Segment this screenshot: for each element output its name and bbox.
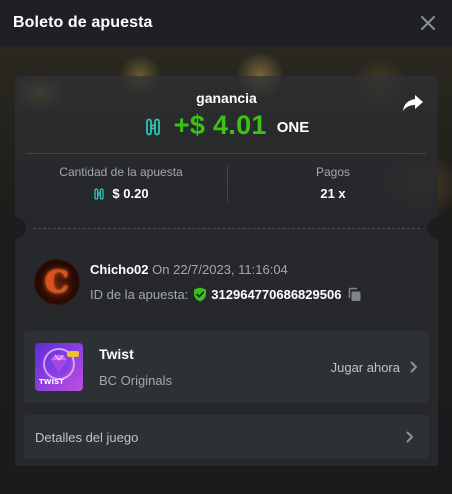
play-now-button[interactable]: Jugar ahora [331, 331, 429, 403]
game-thumb-label: TWIST [39, 378, 64, 386]
harmony-one-coin-icon [145, 118, 160, 135]
game-details-row[interactable]: Detalles del juego [24, 415, 429, 459]
game-card[interactable]: TWIST Twist BC Originals Jugar ahora [24, 331, 429, 403]
play-now-label: Jugar ahora [330, 359, 400, 375]
bet-amount-value: $ 0.20 [112, 186, 149, 201]
avatar[interactable]: C [35, 260, 79, 304]
copy-icon[interactable] [347, 287, 362, 302]
payout-multiplier-label: Pagos [315, 165, 351, 179]
bet-id-line: ID de la apuesta: 312964770686829506 [90, 287, 362, 302]
bet-id-label: ID de la apuesta: [90, 287, 189, 302]
game-details-label: Detalles del juego [35, 429, 139, 445]
modal-title: Boleto de apuesta [13, 14, 153, 31]
game-name: Twist [99, 346, 134, 362]
bettor-info: C Chicho02 On 22/7/2023, 11:16:04 ID de … [35, 259, 420, 313]
verified-shield-icon [194, 287, 207, 302]
ticket-tear-line [33, 228, 420, 229]
bet-id-value: 312964770686829506 [211, 287, 342, 302]
chevron-right-icon [410, 361, 417, 373]
game-provider: BC Originals [99, 373, 172, 388]
modal-header: Boleto de apuesta [0, 0, 452, 46]
ticket-notch [427, 217, 449, 239]
bet-ticket: ganancia +$ 4.01 ONE Cantidad de la apue… [4, 76, 449, 466]
payout-multiplier-value: 21 x [320, 186, 346, 201]
game-thumbnail[interactable]: TWIST [35, 343, 83, 391]
divider [27, 153, 426, 154]
bettor-line: Chicho02 On 22/7/2023, 11:16:04 [90, 262, 288, 277]
payout-currency: ONE [276, 119, 310, 136]
ticket-summary: ganancia +$ 4.01 ONE Cantidad de la apue… [15, 76, 438, 228]
share-icon[interactable] [402, 93, 424, 113]
bet-timestamp: On 22/7/2023, 11:16:04 [152, 262, 288, 277]
close-icon[interactable] [418, 13, 438, 33]
bet-amount-stat: Cantidad de la apuesta $ 0.20 [15, 165, 227, 201]
chevron-right-icon [406, 431, 413, 443]
avatar-letter: C [45, 264, 69, 300]
payout-amount: +$ 4.01 [173, 110, 267, 140]
payout-multiplier-stat: Pagos 21 x [228, 165, 438, 201]
bet-amount-label: Cantidad de la apuesta [59, 165, 183, 179]
payout-label: ganancia [196, 90, 257, 106]
harmony-one-coin-icon [94, 187, 105, 200]
ticket-notch [4, 217, 26, 239]
username[interactable]: Chicho02 [90, 262, 149, 277]
payout-row: +$ 4.01 ONE [15, 110, 438, 141]
bet-amount-value-row: $ 0.20 [15, 186, 227, 201]
